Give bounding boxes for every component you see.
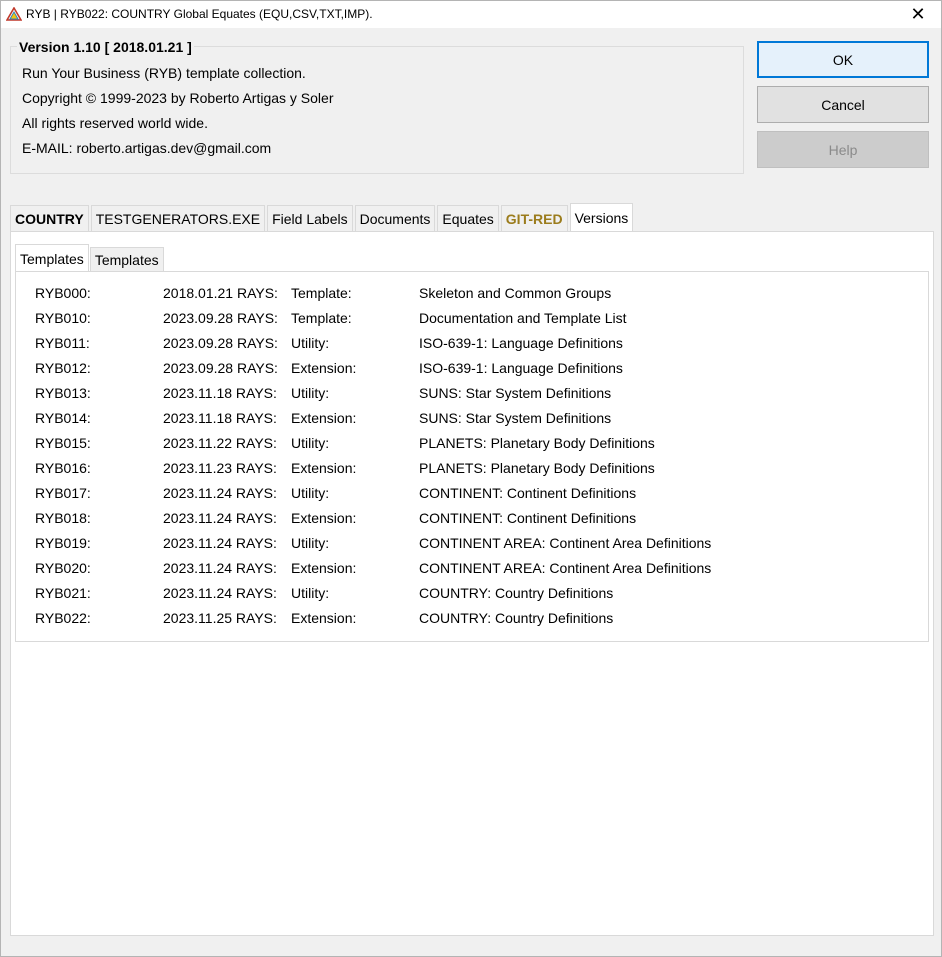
version-date: 2023.11.24 RAYS: xyxy=(163,585,277,601)
sub-tab-strip: Templates Templates xyxy=(15,242,165,273)
version-date: 2023.09.28 RAYS: xyxy=(163,310,278,326)
version-description: Skeleton and Common Groups xyxy=(419,285,612,301)
version-id: RYB018: xyxy=(35,510,91,526)
info-line-rights: All rights reserved world wide. xyxy=(22,115,208,131)
version-id: RYB019: xyxy=(35,535,91,551)
app-logo-icon xyxy=(6,7,22,21)
version-id: RYB017: xyxy=(35,485,91,501)
version-type: Extension: xyxy=(291,360,357,376)
version-description: SUNS: Star System Definitions xyxy=(419,410,612,426)
version-date: 2023.11.18 RAYS: xyxy=(163,385,277,401)
version-date: 2023.11.24 RAYS: xyxy=(163,560,277,576)
version-description: COUNTRY: Country Definitions xyxy=(419,585,614,601)
tab-equates[interactable]: Equates xyxy=(437,205,499,231)
tab-field-labels[interactable]: Field Labels xyxy=(267,205,353,231)
main-tab-strip: COUNTRY TESTGENERATORS.EXE Field Labels … xyxy=(10,203,635,232)
tab-git-red[interactable]: GIT-RED xyxy=(500,205,568,231)
version-type: Extension: xyxy=(291,460,357,476)
version-id: RYB021: xyxy=(35,585,91,601)
version-description: PLANETS: Planetary Body Definitions xyxy=(419,435,655,451)
ok-button[interactable]: OK xyxy=(757,41,929,78)
version-type: Utility: xyxy=(291,335,330,351)
version-description: COUNTRY: Country Definitions xyxy=(419,610,614,626)
version-date: 2023.11.18 RAYS: xyxy=(163,410,277,426)
version-id: RYB011: xyxy=(35,335,90,351)
tab-documents[interactable]: Documents xyxy=(354,205,436,231)
version-description: Documentation and Template List xyxy=(419,310,627,326)
version-type: Utility: xyxy=(291,535,330,551)
version-caption: Version 1.10 [ 2018.01.21 ] xyxy=(17,39,194,55)
help-button[interactable]: Help xyxy=(757,131,929,168)
version-type: Extension: xyxy=(291,610,357,626)
version-id: RYB020: xyxy=(35,560,91,576)
version-date: 2018.01.21 RAYS: xyxy=(163,285,278,301)
info-line-product: Run Your Business (RYB) template collect… xyxy=(22,65,306,81)
tab-versions[interactable]: Versions xyxy=(569,203,634,232)
version-type: Extension: xyxy=(291,410,357,426)
version-type: Utility: xyxy=(291,385,330,401)
title-bar[interactable]: RYB | RYB022: COUNTRY Global Equates (EQ… xyxy=(1,1,941,28)
subtab-templates[interactable]: Templates xyxy=(89,247,164,272)
dialog-window: RYB | RYB022: COUNTRY Global Equates (EQ… xyxy=(0,0,942,957)
version-description: PLANETS: Planetary Body Definitions xyxy=(419,460,655,476)
version-id: RYB013: xyxy=(35,385,91,401)
version-date: 2023.11.24 RAYS: xyxy=(163,535,277,551)
version-type: Template: xyxy=(291,285,352,301)
version-id: RYB014: xyxy=(35,410,91,426)
window-title: RYB | RYB022: COUNTRY Global Equates (EQ… xyxy=(26,7,373,21)
info-line-email: E-MAIL: roberto.artigas.dev@gmail.com xyxy=(22,140,272,156)
version-description: CONTINENT: Continent Definitions xyxy=(419,485,637,501)
version-type: Utility: xyxy=(291,585,330,601)
version-description: CONTINENT AREA: Continent Area Definitio… xyxy=(419,535,712,551)
version-date: 2023.09.28 RAYS: xyxy=(163,335,278,351)
version-date: 2023.11.24 RAYS: xyxy=(163,485,277,501)
version-type: Extension: xyxy=(291,560,357,576)
version-id: RYB022: xyxy=(35,610,91,626)
versions-panel: Templates Templates RYB000: 2018.01.21 RA… xyxy=(10,231,934,936)
version-description: ISO-639-1: Language Definitions xyxy=(419,335,623,351)
version-date: 2023.11.25 RAYS: xyxy=(163,610,277,626)
version-description: ISO-639-1: Language Definitions xyxy=(419,360,623,376)
version-type: Template: xyxy=(291,310,352,326)
tab-testgenerators[interactable]: TESTGENERATORS.EXE xyxy=(90,205,266,231)
version-date: 2023.09.28 RAYS: xyxy=(163,360,278,376)
version-type: Extension: xyxy=(291,510,357,526)
info-line-copyright: Copyright © 1999-2023 by Roberto Artigas… xyxy=(22,90,334,106)
version-id: RYB000: xyxy=(35,285,91,301)
version-description: CONTINENT AREA: Continent Area Definitio… xyxy=(419,560,712,576)
version-info-group: Version 1.10 [ 2018.01.21 ] Run Your Bus… xyxy=(10,39,744,174)
templates-list-panel: RYB000: 2018.01.21 RAYS: Template: Skeleton… xyxy=(15,271,929,642)
version-date: 2023.11.22 RAYS: xyxy=(163,435,277,451)
version-id: RYB016: xyxy=(35,460,91,476)
version-description: SUNS: Star System Definitions xyxy=(419,385,612,401)
version-type: Utility: xyxy=(291,435,330,451)
version-date: 2023.11.24 RAYS: xyxy=(163,510,277,526)
version-id: RYB010: xyxy=(35,310,91,326)
subtab-templates-active[interactable]: Templates xyxy=(15,244,89,273)
cancel-button[interactable]: Cancel xyxy=(757,86,929,123)
version-id: RYB012: xyxy=(35,360,91,376)
version-type: Utility: xyxy=(291,485,330,501)
version-date: 2023.11.23 RAYS: xyxy=(163,460,277,476)
tab-country[interactable]: COUNTRY xyxy=(10,205,89,231)
close-button[interactable]: ✕ xyxy=(895,1,941,28)
version-id: RYB015: xyxy=(35,435,91,451)
version-description: CONTINENT: Continent Definitions xyxy=(419,510,637,526)
